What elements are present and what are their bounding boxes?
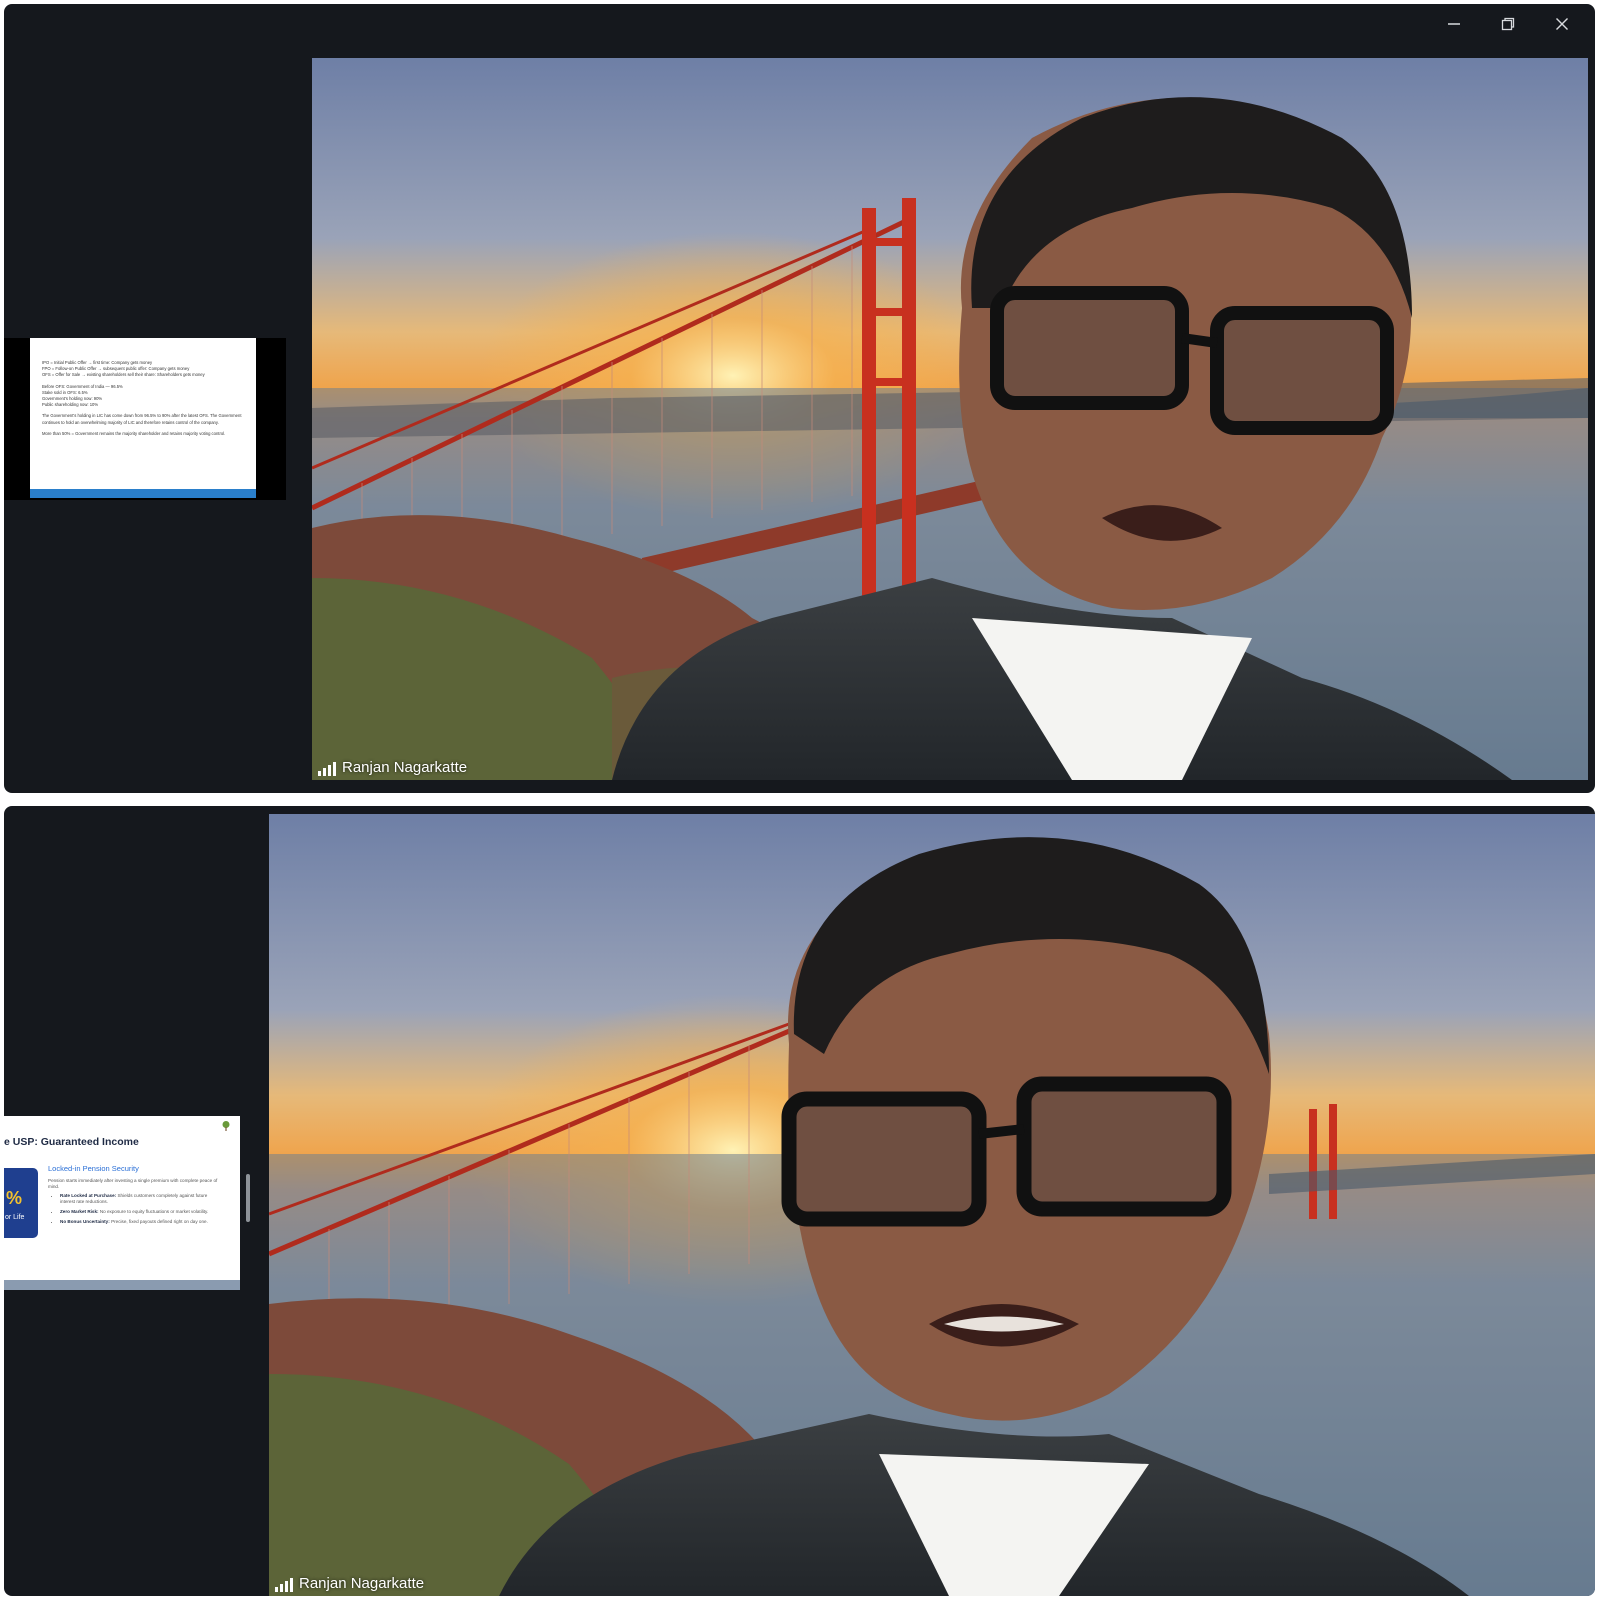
slide-body: Pension starts immediately after investi… bbox=[48, 1178, 218, 1229]
rate-tile-value: % bbox=[6, 1188, 23, 1208]
participant-video[interactable]: Ranjan Nagarkatte bbox=[269, 814, 1595, 1596]
shared-screen-thumbnail[interactable]: e USP: Guaranteed Income % or Life Locke… bbox=[4, 1116, 254, 1290]
participant-name: Ranjan Nagarkatte bbox=[342, 759, 468, 776]
close-icon[interactable] bbox=[1535, 10, 1589, 38]
slide-bullet: Zero Market Risk: No exposure to equity … bbox=[60, 1209, 218, 1215]
video-call-window-top: IPO = Initial Public Offer → first time:… bbox=[4, 4, 1595, 793]
rate-tile-caption: or Life bbox=[5, 1214, 25, 1221]
slide-footer-bar bbox=[4, 1280, 240, 1290]
slide-bullet: No Bonus Uncertainty: Precise, fixed pay… bbox=[60, 1219, 218, 1225]
rate-tile: % or Life bbox=[4, 1168, 38, 1238]
slide-subheading: Locked-in Pension Security bbox=[48, 1164, 139, 1173]
slide-bullet: Rate Locked at Purchase: Shields custome… bbox=[60, 1193, 218, 1205]
signal-strength-icon bbox=[318, 762, 336, 776]
participant-name-tag: Ranjan Nagarkatte bbox=[318, 759, 467, 776]
window-controls bbox=[1427, 10, 1589, 38]
restore-icon[interactable] bbox=[1481, 10, 1535, 38]
presentation-slide: e USP: Guaranteed Income % or Life Locke… bbox=[4, 1116, 240, 1290]
panel-resize-handle[interactable] bbox=[246, 1174, 250, 1222]
minimize-icon[interactable] bbox=[1427, 10, 1481, 38]
slide-heading: e USP: Guaranteed Income bbox=[4, 1136, 139, 1148]
slide-text: IPO = Initial Public Offer → first time:… bbox=[42, 360, 242, 436]
tree-logo-icon bbox=[222, 1121, 230, 1131]
presentation-slide: IPO = Initial Public Offer → first time:… bbox=[30, 338, 256, 498]
signal-strength-icon bbox=[275, 1578, 293, 1592]
shared-screen-thumbnail[interactable]: IPO = Initial Public Offer → first time:… bbox=[4, 338, 286, 500]
participant-name: Ranjan Nagarkatte bbox=[299, 1575, 425, 1592]
video-call-window-bottom: e USP: Guaranteed Income % or Life Locke… bbox=[4, 806, 1595, 1596]
participant-video[interactable]: Ranjan Nagarkatte bbox=[312, 58, 1588, 780]
slide-footer-bar bbox=[30, 489, 256, 498]
slide-intro: Pension starts immediately after investi… bbox=[48, 1178, 218, 1189]
virtual-background-bridge bbox=[312, 58, 1588, 780]
virtual-background-bridge bbox=[269, 814, 1595, 1596]
participant-name-tag: Ranjan Nagarkatte bbox=[275, 1575, 424, 1592]
